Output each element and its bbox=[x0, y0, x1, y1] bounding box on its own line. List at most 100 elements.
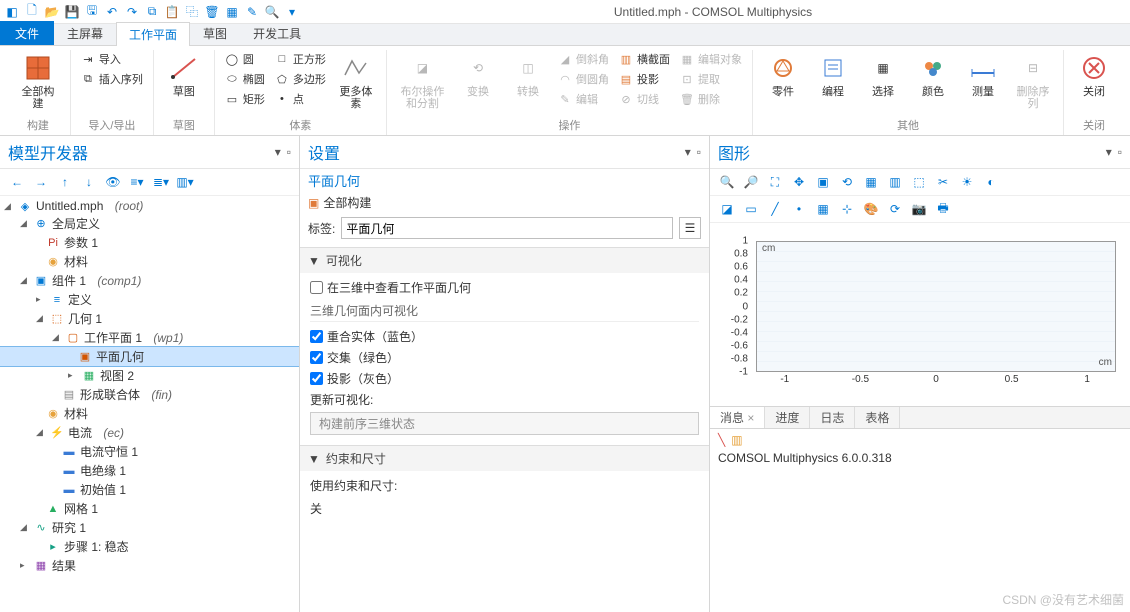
build-all-button[interactable]: 全部构建 bbox=[14, 50, 62, 112]
tree-study[interactable]: ◢∿研究 1 bbox=[0, 518, 299, 537]
collapse-icon[interactable]: ≣▾ bbox=[152, 173, 170, 191]
box-select-icon[interactable]: ▦ bbox=[224, 4, 240, 20]
tree-results[interactable]: ▸▦结果 bbox=[0, 556, 299, 575]
transform-button[interactable]: ⟲变换 bbox=[456, 50, 500, 100]
tab-file[interactable]: 文件 bbox=[0, 21, 54, 45]
camera-icon[interactable]: 📷 bbox=[910, 200, 928, 218]
dup-icon[interactable]: ⿻ bbox=[184, 4, 200, 20]
tree-current[interactable]: ◢⚡电流 (ec) bbox=[0, 423, 299, 442]
tab-dev[interactable]: 开发工具 bbox=[240, 21, 314, 45]
undo-icon[interactable]: ↶ bbox=[104, 4, 120, 20]
del-seq-button[interactable]: ⊟删除序列 bbox=[1011, 50, 1055, 112]
panel-detach-icon[interactable]: ▫ bbox=[287, 145, 291, 159]
graphics-menu-icon[interactable]: ▾ bbox=[1106, 145, 1112, 159]
nav-fwd-icon[interactable]: → bbox=[32, 173, 50, 191]
tab-table[interactable]: 表格 bbox=[855, 407, 900, 428]
zoom-sel-icon[interactable]: 🔍 bbox=[264, 4, 280, 20]
dom-sel-icon[interactable]: ◪ bbox=[718, 200, 736, 218]
tree-ins[interactable]: ▬电绝缘 1 bbox=[0, 461, 299, 480]
edit-button[interactable]: ✎编辑 bbox=[556, 90, 611, 108]
cross-section-button[interactable]: ▥横截面 bbox=[617, 50, 672, 68]
delete-icon[interactable]: 🗑 bbox=[204, 4, 220, 20]
tree-step[interactable]: ▸步骤 1: 稳态 bbox=[0, 537, 299, 556]
save-icon[interactable]: 💾 bbox=[64, 4, 80, 20]
color-icon[interactable]: 🎨 bbox=[862, 200, 880, 218]
tree-cc[interactable]: ▬电流守恒 1 bbox=[0, 442, 299, 461]
tab-home[interactable]: 主屏幕 bbox=[54, 21, 116, 45]
show-icon[interactable]: 👁 bbox=[104, 173, 122, 191]
settings-detach-icon[interactable]: ▫ bbox=[697, 145, 701, 159]
lasso-icon[interactable]: ✎ bbox=[244, 4, 260, 20]
refresh-icon[interactable]: ⟳ bbox=[886, 200, 904, 218]
view-xy-icon[interactable]: ▦ bbox=[862, 173, 880, 191]
tangent-button[interactable]: ⊘切线 bbox=[617, 90, 672, 108]
zoom-extents-icon[interactable]: ⛶ bbox=[766, 173, 784, 191]
tab-log[interactable]: 日志 bbox=[810, 407, 855, 428]
rect-button[interactable]: ▭矩形 bbox=[223, 90, 267, 108]
label-input[interactable] bbox=[341, 217, 673, 239]
import-button[interactable]: ⇥导入 bbox=[79, 50, 145, 68]
tree-form-union[interactable]: ▤形成联合体 (fin) bbox=[0, 385, 299, 404]
tree-wp[interactable]: ◢▢工作平面 1 (wp1) bbox=[0, 328, 299, 347]
msg-tool2-icon[interactable]: ▥ bbox=[731, 433, 742, 447]
redo-icon[interactable]: ↷ bbox=[124, 4, 140, 20]
select-mode-icon[interactable]: ⬚ bbox=[910, 173, 928, 191]
tree-geom[interactable]: ◢⬚几何 1 bbox=[0, 309, 299, 328]
saveall-icon[interactable]: 🖫 bbox=[84, 4, 100, 20]
graphics-canvas[interactable]: 1 0.8 0.6 0.4 0.2 0 -0.2 -0.4 -0.6 -0.8 … bbox=[714, 227, 1126, 402]
pt-sel-icon[interactable]: • bbox=[790, 200, 808, 218]
nav-down-icon[interactable]: ↓ bbox=[80, 173, 98, 191]
settings-menu-icon[interactable]: ▾ bbox=[685, 145, 691, 159]
measure-button[interactable]: 测量 bbox=[961, 50, 1005, 100]
paste-icon[interactable]: 📋 bbox=[164, 4, 180, 20]
ellipse-button[interactable]: ⬭椭圆 bbox=[223, 70, 267, 88]
extract-button[interactable]: ⊡提取 bbox=[678, 70, 744, 88]
edit-obj-button[interactable]: ▦编辑对象 bbox=[678, 50, 744, 68]
insert-seq-button[interactable]: ⧉插入序列 bbox=[79, 70, 145, 88]
chk-coincident[interactable]: 重合实体（蓝色） bbox=[310, 328, 699, 345]
expand-icon[interactable]: ≡▾ bbox=[128, 173, 146, 191]
axes-icon[interactable]: ⊹ bbox=[838, 200, 856, 218]
tree-defs[interactable]: ▸≡定义 bbox=[0, 290, 299, 309]
tree-plane-geom[interactable]: ▣平面几何 bbox=[0, 347, 299, 366]
zoom-box-icon[interactable]: ▣ bbox=[814, 173, 832, 191]
section-visualization[interactable]: ▼可视化 bbox=[300, 248, 709, 273]
more-prims-button[interactable]: 更多体素 bbox=[334, 50, 378, 112]
zoom-in-icon[interactable]: 🔍 bbox=[718, 173, 736, 191]
scene-light-icon[interactable]: ☀ bbox=[958, 173, 976, 191]
tree-global[interactable]: ◢⊕全局定义 bbox=[0, 214, 299, 233]
zoom-out-icon[interactable]: 🔎 bbox=[742, 173, 760, 191]
convert-button[interactable]: ◫转换 bbox=[506, 50, 550, 100]
section-constraints[interactable]: ▼约束和尺寸 bbox=[300, 446, 709, 471]
view-more-icon[interactable]: ▥ bbox=[886, 173, 904, 191]
chk-projection[interactable]: 投影（灰色） bbox=[310, 370, 699, 387]
qat-dropdown-icon[interactable]: ▾ bbox=[284, 4, 300, 20]
label-edit-icon[interactable]: ☰ bbox=[679, 217, 701, 239]
tree-comp[interactable]: ◢▣组件 1 (comp1) bbox=[0, 271, 299, 290]
select-button[interactable]: ▦选择 bbox=[861, 50, 905, 100]
circle-button[interactable]: ◯圆 bbox=[223, 50, 267, 68]
tab-messages[interactable]: 消息 × bbox=[710, 407, 765, 428]
settings-build-all[interactable]: ▣全部构建 bbox=[300, 192, 709, 213]
tree-materials1[interactable]: ◉材料 bbox=[0, 252, 299, 271]
tab-workplane[interactable]: 工作平面 bbox=[116, 22, 190, 46]
nav-back-icon[interactable]: ← bbox=[8, 173, 26, 191]
fillet-button[interactable]: ◠倒圆角 bbox=[556, 70, 611, 88]
point-button[interactable]: •点 bbox=[273, 90, 328, 108]
pan-icon[interactable]: ✥ bbox=[790, 173, 808, 191]
more-icon[interactable]: ▥▾ bbox=[176, 173, 194, 191]
open-icon[interactable]: 📂 bbox=[44, 4, 60, 20]
panel-menu-icon[interactable]: ▾ bbox=[275, 145, 281, 159]
tree-mesh[interactable]: ▲网格 1 bbox=[0, 499, 299, 518]
sketch-button[interactable]: 草图 bbox=[162, 50, 206, 100]
square-button[interactable]: □正方形 bbox=[273, 50, 328, 68]
tab-progress[interactable]: 进度 bbox=[765, 407, 810, 428]
tree-root[interactable]: ◢◈Untitled.mph (root) bbox=[0, 198, 299, 214]
polygon-button[interactable]: ⬠多边形 bbox=[273, 70, 328, 88]
boolean-button[interactable]: ◪布尔操作和分割 bbox=[395, 50, 450, 112]
print-icon[interactable]: 🖶 bbox=[934, 200, 952, 218]
color-button[interactable]: 颜色 bbox=[911, 50, 955, 100]
chk-intersect[interactable]: 交集（绿色） bbox=[310, 349, 699, 366]
tree-init[interactable]: ▬初始值 1 bbox=[0, 480, 299, 499]
reset-icon[interactable]: ⟲ bbox=[838, 173, 856, 191]
